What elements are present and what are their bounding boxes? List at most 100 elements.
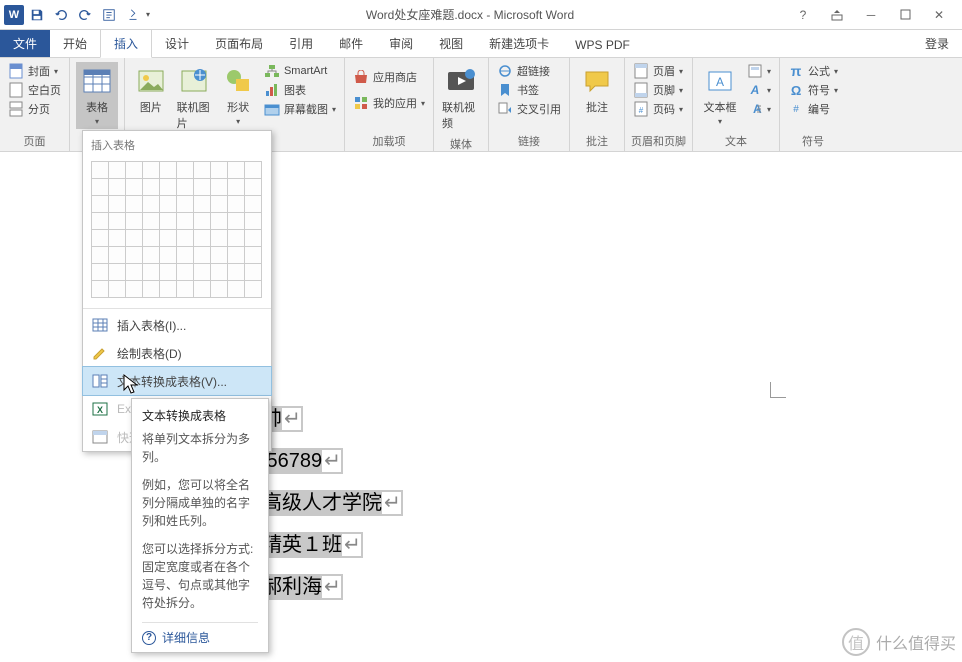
page-break-icon	[8, 101, 24, 117]
equation-icon: π	[788, 63, 804, 79]
tab-custom[interactable]: 新建选项卡	[476, 30, 562, 57]
redo-button[interactable]	[74, 4, 96, 26]
crossref-icon	[497, 101, 513, 117]
symbol-button[interactable]: Ω符号 ▾	[786, 81, 840, 99]
tab-file[interactable]: 文件	[0, 30, 50, 57]
page-break-button[interactable]: 分页	[6, 100, 63, 118]
tooltip-para-2: 例如，您可以将全名列分隔成单独的名字列和姓氏列。	[142, 476, 258, 530]
print-preview-button[interactable]	[98, 4, 120, 26]
group-addins: 应用商店 我的应用 ▾ 加载项	[345, 58, 434, 151]
group-header-footer-label: 页眉和页脚	[631, 131, 686, 151]
bookmark-icon	[497, 82, 513, 98]
screenshot-button[interactable]: 屏幕截图 ▾	[262, 100, 338, 118]
store-icon	[353, 69, 369, 85]
maximize-button[interactable]	[892, 4, 918, 26]
menu-draw-table[interactable]: 绘制表格(D)	[83, 339, 271, 367]
mouse-cursor-icon	[123, 374, 141, 396]
online-video-button[interactable]: 联机视频	[440, 62, 482, 134]
excel-icon: X	[91, 400, 109, 418]
dropcap-button[interactable]: A▾	[745, 100, 773, 118]
tab-references[interactable]: 引用	[276, 30, 326, 57]
tooltip-convert-text: 文本转换成表格 将单列文本拆分为多列。 例如，您可以将全名列分隔成单独的名字列和…	[131, 398, 269, 653]
tab-page-layout[interactable]: 页面布局	[202, 30, 276, 57]
pictures-button[interactable]: 图片	[131, 62, 171, 118]
quickparts-button[interactable]: ▾	[745, 62, 773, 80]
number-button[interactable]: #编号	[786, 100, 840, 118]
watermark: 值 什么值得买	[842, 628, 956, 656]
table-icon	[81, 65, 113, 97]
sign-in-link[interactable]: 登录	[912, 30, 962, 57]
smartart-icon	[264, 63, 280, 79]
comment-icon	[581, 65, 613, 97]
group-symbols: π公式 ▾ Ω符号 ▾ #编号 符号	[780, 58, 846, 151]
cover-page-icon	[8, 63, 24, 79]
tab-wps-pdf[interactable]: WPS PDF	[562, 33, 643, 57]
online-pictures-button[interactable]: 联机图片	[175, 62, 215, 134]
svg-text:#: #	[639, 106, 644, 115]
group-links-label: 链接	[495, 131, 563, 151]
help-button[interactable]: ?	[790, 4, 816, 26]
screenshot-icon	[264, 101, 280, 117]
comment-button[interactable]: 批注	[576, 62, 618, 118]
save-button[interactable]	[26, 4, 48, 26]
smartart-button[interactable]: SmartArt	[262, 62, 338, 80]
group-text: A文本框▾ ▾ A▾ A▾ 文本	[693, 58, 780, 151]
symbol-icon: Ω	[788, 82, 804, 98]
tab-view[interactable]: 视图	[426, 30, 476, 57]
wordart-button[interactable]: A▾	[745, 81, 773, 99]
menu-insert-table[interactable]: 插入表格(I)...	[83, 311, 271, 339]
crossref-button[interactable]: 交叉引用	[495, 100, 563, 118]
chart-icon	[264, 82, 280, 98]
cover-page-button[interactable]: 封面 ▾	[6, 62, 63, 80]
group-pages: 封面 ▾ 空白页 分页 页面	[0, 58, 70, 151]
header-icon	[633, 63, 649, 79]
header-button[interactable]: 页眉 ▾	[631, 62, 685, 80]
insert-table-button[interactable]: 表格 ▾	[76, 62, 118, 129]
tooltip-more-info[interactable]: ? 详细信息	[142, 622, 258, 646]
minimize-button[interactable]: ─	[858, 4, 884, 26]
hyperlink-button[interactable]: 超链接	[495, 62, 563, 80]
group-symbols-label: 符号	[786, 131, 840, 151]
shapes-button[interactable]: 形状▾	[218, 62, 258, 129]
bookmark-button[interactable]: 书签	[495, 81, 563, 99]
titlebar: W ▾ Word处女座难题.docx - Microsoft Word ? ─ …	[0, 0, 962, 30]
tooltip-para-3: 您可以选择拆分方式: 固定宽度或者在各个逗号、句点或其他字符处拆分。	[142, 540, 258, 612]
shapes-icon	[222, 65, 254, 97]
menu-convert-text-to-table[interactable]: 文本转换成表格(V)...	[82, 366, 272, 396]
blank-page-icon	[8, 82, 24, 98]
dropdown-title: 插入表格	[83, 131, 271, 157]
tab-mailings[interactable]: 邮件	[326, 30, 376, 57]
page-number-button[interactable]: #页码 ▾	[631, 100, 685, 118]
footer-icon	[633, 82, 649, 98]
table-grid-selector[interactable]	[83, 157, 271, 306]
watermark-logo-icon: 值	[842, 628, 870, 656]
blank-page-button[interactable]: 空白页	[6, 81, 63, 99]
qat-more-button[interactable]	[122, 4, 144, 26]
tooltip-title: 文本转换成表格	[142, 407, 258, 424]
undo-button[interactable]	[50, 4, 72, 26]
app-store-button[interactable]: 应用商店	[351, 68, 427, 86]
textbox-button[interactable]: A文本框▾	[699, 62, 741, 129]
chart-button[interactable]: 图表	[262, 81, 338, 99]
tab-review[interactable]: 审阅	[376, 30, 426, 57]
group-comments: 批注 批注	[570, 58, 625, 151]
close-button[interactable]: ✕	[926, 4, 952, 26]
chevron-down-icon: ▾	[95, 117, 99, 126]
group-media-label: 媒体	[440, 134, 482, 154]
tab-home[interactable]: 开始	[50, 30, 100, 57]
quick-access-toolbar: W ▾	[0, 4, 150, 26]
footer-button[interactable]: 页脚 ▾	[631, 81, 685, 99]
ribbon-display-button[interactable]	[824, 4, 850, 26]
tab-insert[interactable]: 插入	[100, 29, 152, 58]
group-text-label: 文本	[699, 131, 773, 151]
svg-text:A: A	[750, 83, 760, 97]
convert-text-icon	[91, 372, 109, 390]
group-media: 联机视频 媒体	[434, 58, 489, 151]
my-apps-button[interactable]: 我的应用 ▾	[351, 94, 427, 112]
equation-button[interactable]: π公式 ▾	[786, 62, 840, 80]
tab-design[interactable]: 设计	[152, 30, 202, 57]
group-header-footer: 页眉 ▾ 页脚 ▾ #页码 ▾ 页眉和页脚	[625, 58, 693, 151]
window-title: Word处女座难题.docx - Microsoft Word	[150, 6, 790, 23]
quick-tables-icon	[91, 428, 109, 446]
svg-text:A: A	[716, 75, 724, 89]
